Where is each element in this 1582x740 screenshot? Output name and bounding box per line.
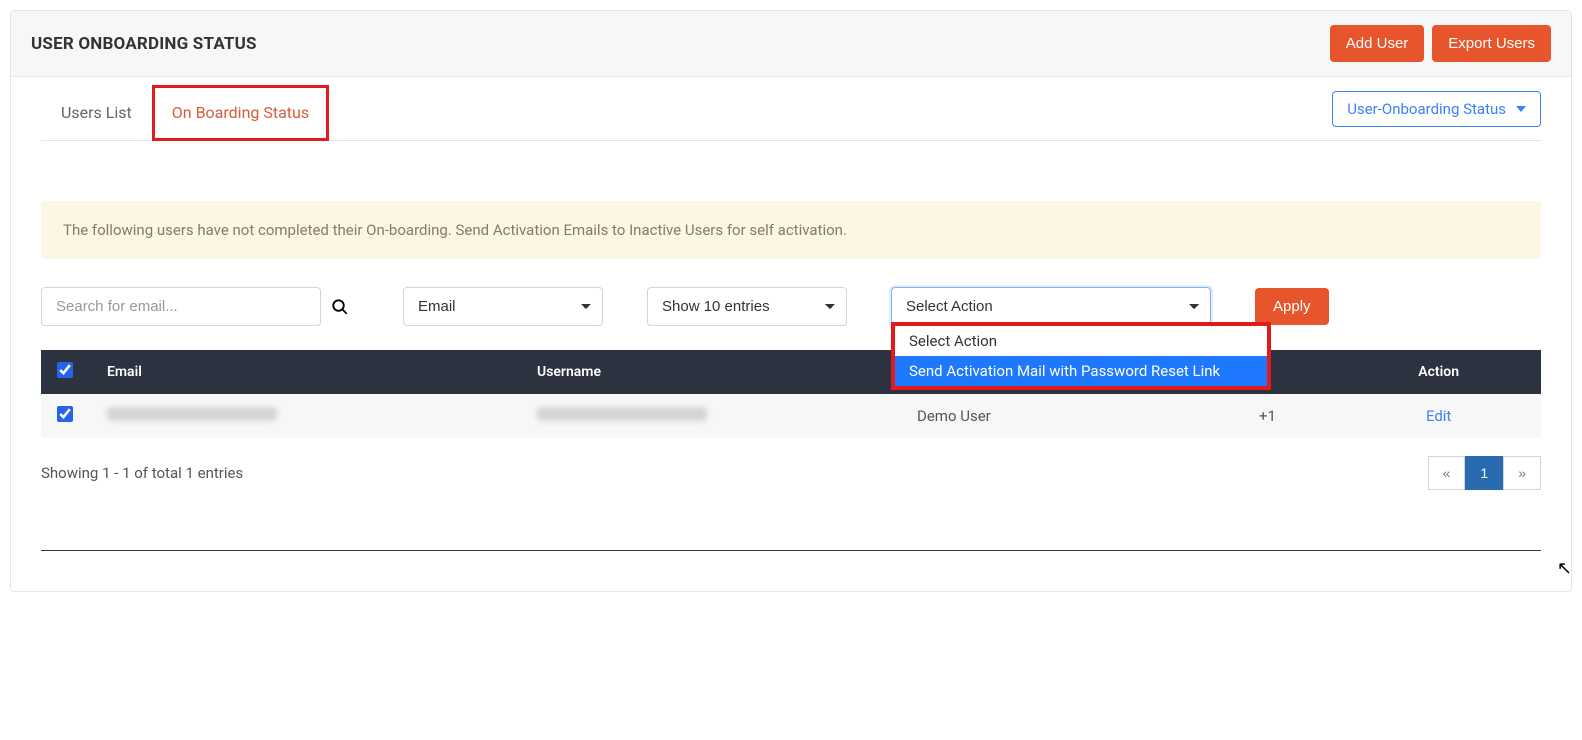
bottom-divider xyxy=(41,550,1541,551)
tabs-row: Users List On Boarding Status User-Onboa… xyxy=(41,85,1541,141)
export-users-button[interactable]: Export Users xyxy=(1432,25,1551,62)
tab-users-list[interactable]: Users List xyxy=(41,85,152,140)
col-action: Action xyxy=(1336,350,1541,394)
row-role: Demo User xyxy=(901,394,1199,438)
action-option-send-activation[interactable]: Send Activation Mail with Password Reset… xyxy=(895,356,1267,386)
status-dropdown-label: User-Onboarding Status xyxy=(1347,100,1506,118)
action-select[interactable]: Select Action xyxy=(891,287,1211,326)
edit-link[interactable]: Edit xyxy=(1426,407,1451,425)
pager: « 1 » xyxy=(1428,456,1541,490)
action-option-default[interactable]: Select Action xyxy=(895,326,1267,356)
apply-button[interactable]: Apply xyxy=(1255,288,1329,325)
row-phone: +1 xyxy=(1199,394,1337,438)
page-title: USER ONBOARDING STATUS xyxy=(31,34,257,54)
users-table: Email Username Action Demo User +1 Edit xyxy=(41,350,1541,438)
filter-field-select[interactable]: Email xyxy=(403,287,603,326)
row-checkbox[interactable] xyxy=(57,406,73,422)
header-buttons: Add User Export Users xyxy=(1330,25,1551,62)
action-select-options: Select Action Send Activation Mail with … xyxy=(891,322,1271,390)
tab-list: Users List On Boarding Status xyxy=(41,85,329,140)
notice-bar: The following users have not completed t… xyxy=(41,201,1541,259)
pager-page-1[interactable]: 1 xyxy=(1465,456,1503,490)
status-dropdown[interactable]: User-Onboarding Status xyxy=(1332,91,1541,127)
search-input[interactable] xyxy=(41,287,321,326)
panel-header: USER ONBOARDING STATUS Add User Export U… xyxy=(11,11,1571,77)
pager-prev[interactable]: « xyxy=(1428,456,1466,490)
row-email-blurred xyxy=(107,407,277,421)
tab-onboarding-status[interactable]: On Boarding Status xyxy=(152,85,329,141)
select-all-checkbox[interactable] xyxy=(57,362,73,378)
main-panel: USER ONBOARDING STATUS Add User Export U… xyxy=(10,10,1572,592)
chevron-down-icon xyxy=(1516,106,1526,112)
search-box xyxy=(41,287,349,326)
action-select-wrap: Select Action Select Action Send Activat… xyxy=(891,287,1211,326)
add-user-button[interactable]: Add User xyxy=(1330,25,1425,62)
pagination-row: Showing 1 - 1 of total 1 entries « 1 » xyxy=(41,456,1541,490)
pager-next[interactable]: » xyxy=(1503,456,1541,490)
col-email: Email xyxy=(91,350,521,394)
search-icon[interactable] xyxy=(331,298,349,316)
row-username-blurred xyxy=(537,407,707,421)
col-username: Username xyxy=(521,350,901,394)
controls-row: Email Show 10 entries Select Action Sele… xyxy=(41,287,1541,326)
entries-select[interactable]: Show 10 entries xyxy=(647,287,847,326)
panel-body: Users List On Boarding Status User-Onboa… xyxy=(11,85,1571,591)
results-text: Showing 1 - 1 of total 1 entries xyxy=(41,464,243,482)
table-header-row: Email Username Action xyxy=(41,350,1541,394)
table-row: Demo User +1 Edit xyxy=(41,394,1541,438)
